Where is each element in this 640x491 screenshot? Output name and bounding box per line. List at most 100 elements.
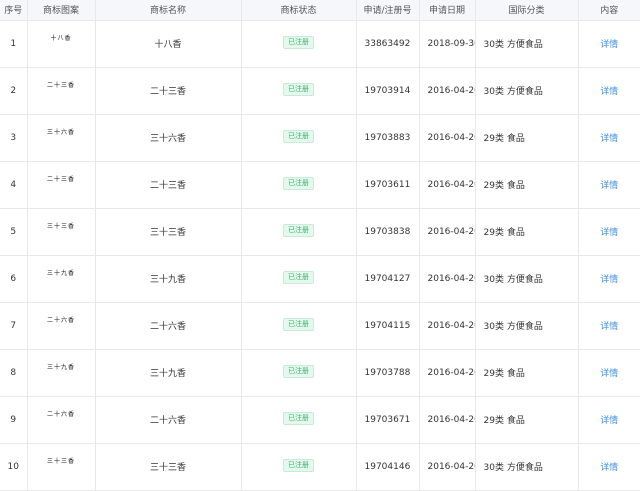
table-row: 4 二十三香 二十三香 已注册 19703611 2016-04-20 29类 食品 详情 [0,160,640,209]
detail-link[interactable]: 详情 [600,463,618,473]
cell-registration-number: 19703788 [355,348,420,397]
cell-application-date: 2016-04-20 [418,301,476,350]
cell-international-class: 29类 食品 [474,348,579,397]
international-class: 30类 方便食品 [483,463,543,473]
registration-number: 19703611 [364,179,411,190]
status-badge: 已注册 [283,224,314,237]
cell-detail-link: 详情 [577,348,640,397]
cell-trademark-logo-image: 三十三香 [26,207,96,256]
cell-row-index: 3 [0,113,28,162]
trademark-logo-image: 二十六香 [46,410,75,418]
detail-link[interactable]: 详情 [600,322,618,332]
column-header-logo: 商标图案 [26,0,96,21]
cell-trademark-name: 二十六香 [94,395,242,444]
registration-number: 33863492 [364,38,411,49]
cell-registration-number: 19703914 [355,66,420,115]
international-class: 30类 方便食品 [483,322,543,332]
row-index: 6 [10,273,17,284]
detail-link[interactable]: 详情 [600,134,618,144]
application-date: 2018-09-30 [427,38,475,49]
status-badge: 已注册 [283,271,314,284]
detail-link[interactable]: 详情 [600,87,618,97]
cell-registration-number: 19704146 [355,442,420,491]
cell-international-class: 30类 方便食品 [474,442,579,491]
status-badge: 已注册 [283,412,314,425]
cell-trademark-logo-image: 二十六香 [26,395,96,444]
cell-status-badge: 已注册 [240,113,357,162]
trademark-logo-image: 二十三香 [46,175,75,183]
cell-row-index: 8 [0,348,28,397]
table-row: 8 三十九香 三十九香 已注册 19703788 2016-04-20 29类 食品 详情 [0,348,640,397]
cell-international-class: 30类 方便食品 [474,66,579,115]
column-header-index: 序号 [0,0,28,21]
cell-registration-number: 19704127 [355,254,420,303]
status-badge: 已注册 [283,318,314,331]
trademark-logo-image: 二十六香 [46,316,75,324]
status-badge: 已注册 [283,365,314,378]
application-date: 2016-04-20 [427,273,475,284]
cell-detail-link: 详情 [577,254,640,303]
cell-international-class: 29类 食品 [474,160,579,209]
international-class: 30类 方便食品 [483,87,543,97]
status-badge: 已注册 [283,36,314,49]
column-header-date: 申请日期 [418,0,476,21]
cell-trademark-logo-image: 三十九香 [26,254,96,303]
cell-detail-link: 详情 [577,160,640,209]
trademark-logo-image: 三十六香 [46,128,75,136]
trademark-name: 二十三香 [149,181,186,191]
cell-international-class: 30类 方便食品 [474,20,579,68]
trademark-logo-image: 三十三香 [46,222,75,230]
cell-trademark-logo-image: 三十九香 [26,348,96,397]
row-index: 2 [10,85,17,96]
detail-link[interactable]: 详情 [600,40,618,50]
cell-trademark-name: 三十九香 [94,254,242,303]
table-header-row: 序号 商标图案 商标名称 商标状态 申请/注册号 申请日期 国际分类 内容 [0,0,640,21]
detail-link[interactable]: 详情 [600,416,618,426]
cell-detail-link: 详情 [577,207,640,256]
column-header-status: 商标状态 [240,0,357,21]
cell-application-date: 2016-04-20 [418,160,476,209]
cell-international-class: 30类 方便食品 [474,254,579,303]
trademark-name: 三十三香 [149,463,186,473]
cell-status-badge: 已注册 [240,442,357,491]
cell-row-index: 4 [0,160,28,209]
column-header-reg-number: 申请/注册号 [355,0,420,21]
cell-application-date: 2016-04-20 [418,66,476,115]
cell-trademark-logo-image: 三十三香 [26,442,96,491]
status-badge: 已注册 [283,459,314,472]
row-index: 8 [10,367,17,378]
trademark-name: 二十六香 [149,416,186,426]
cell-trademark-name: 二十三香 [94,160,242,209]
cell-trademark-name: 三十三香 [94,442,242,491]
application-date: 2016-04-20 [427,461,475,472]
trademark-name: 三十三香 [149,228,186,238]
cell-detail-link: 详情 [577,66,640,115]
cell-trademark-logo-image: 三十六香 [26,113,96,162]
cell-detail-link: 详情 [577,442,640,491]
cell-trademark-name: 三十六香 [94,113,242,162]
registration-number: 19704127 [364,273,411,284]
cell-trademark-name: 十八香 [94,20,242,68]
trademark-logo-image: 二十三香 [46,81,75,89]
table-row: 1 十八香 十八香 已注册 33863492 2018-09-30 30类 方便食品 详情 [0,20,640,68]
cell-application-date: 2016-04-20 [418,254,476,303]
status-badge: 已注册 [283,177,314,190]
international-class: 30类 方便食品 [483,40,543,50]
cell-application-date: 2018-09-30 [418,20,476,68]
row-index: 7 [10,320,17,331]
detail-link[interactable]: 详情 [600,275,618,285]
detail-link[interactable]: 详情 [600,181,618,191]
detail-link[interactable]: 详情 [600,369,618,379]
cell-detail-link: 详情 [577,301,640,350]
registration-number: 19703838 [364,226,411,237]
table-row: 3 三十六香 三十六香 已注册 19703883 2016-04-20 29类 食品 详情 [0,113,640,162]
status-badge: 已注册 [283,130,314,143]
cell-detail-link: 详情 [577,20,640,68]
trademark-name: 二十六香 [149,322,186,332]
table-row: 5 三十三香 三十三香 已注册 19703838 2016-04-20 29类 食品 详情 [0,207,640,256]
cell-row-index: 9 [0,395,28,444]
detail-link[interactable]: 详情 [600,228,618,238]
international-class: 29类 食品 [483,134,525,144]
cell-status-badge: 已注册 [240,66,357,115]
trademark-name: 十八香 [154,40,182,50]
